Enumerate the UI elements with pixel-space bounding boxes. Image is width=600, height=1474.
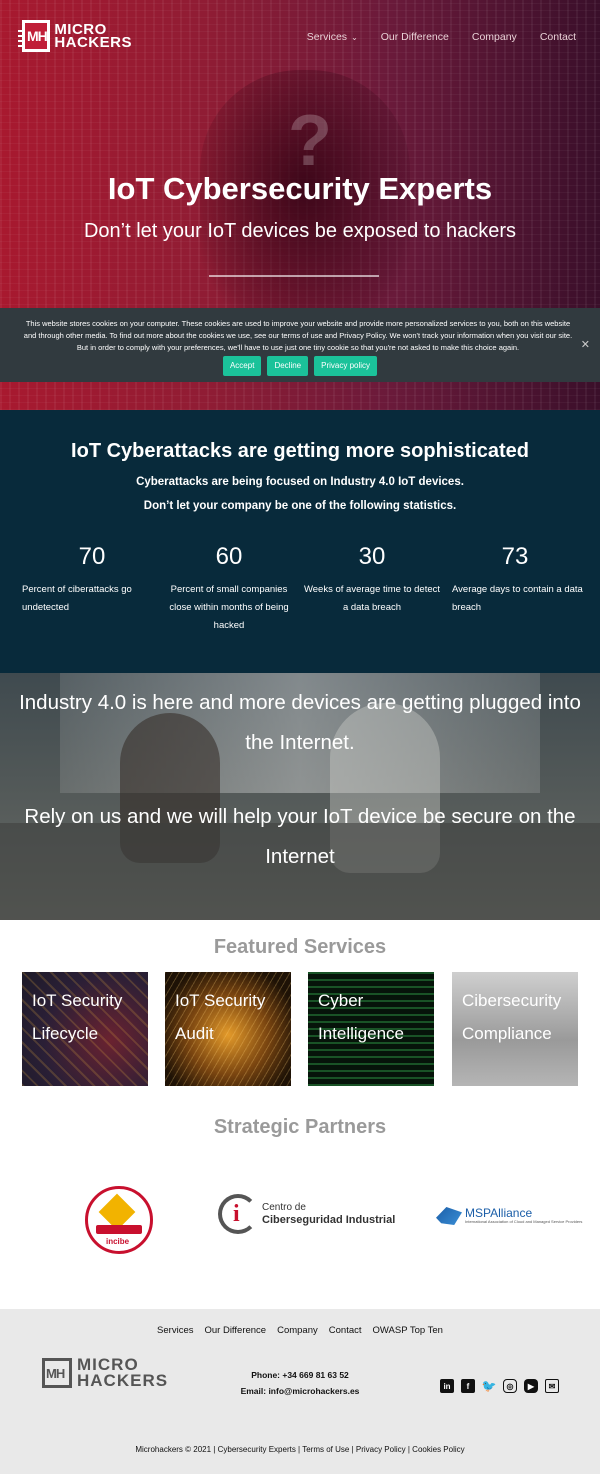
- msp-name: MSPAlliance: [465, 1206, 533, 1220]
- incibe-label: incibe: [106, 1237, 130, 1246]
- cookie-decline-button[interactable]: Decline: [267, 356, 309, 376]
- facebook-icon[interactable]: f: [461, 1379, 475, 1393]
- stat-description: Weeks of average time to detect a data b…: [303, 584, 441, 613]
- service-card-label: IoT Security Lifecycle: [32, 991, 123, 1043]
- hero-title: IoT Cybersecurity Experts: [107, 171, 493, 206]
- footer-link-our-difference[interactable]: Our Difference: [204, 1325, 266, 1336]
- stat-number: 60: [215, 543, 243, 570]
- stat-description: Percent of ciberattacks go undetected: [22, 584, 132, 613]
- footer-link-contact[interactable]: Contact: [329, 1325, 362, 1336]
- service-card-label: Cibersecurity Compliance: [462, 991, 562, 1043]
- email-icon[interactable]: ✉: [545, 1379, 559, 1393]
- featured-services-title: Featured Services: [213, 936, 387, 958]
- stat-item: 73 Average days to contain a data breach: [445, 543, 585, 617]
- stat-number: 70: [78, 543, 106, 570]
- stat-item: 60 Percent of small companies close with…: [159, 543, 299, 635]
- cookie-text: This website stores cookies on your comp…: [23, 319, 573, 352]
- cookie-accept-button[interactable]: Accept: [222, 356, 262, 376]
- incibe-seal-logo[interactable]: incibe: [85, 1186, 153, 1254]
- close-icon[interactable]: ✕: [581, 339, 590, 351]
- logo-text-line2: HACKERS: [54, 34, 132, 51]
- nav-our-difference[interactable]: Our Difference: [381, 31, 449, 43]
- social-links: in f 🐦 ◎ ▶ ✉: [440, 1379, 559, 1393]
- msp-globe-icon: [436, 1207, 462, 1225]
- industry-text-2: Rely on us and we will help your IoT dev…: [24, 805, 576, 868]
- stats-title: IoT Cyberattacks are getting more sophis…: [71, 440, 529, 462]
- twitter-icon[interactable]: 🐦: [482, 1379, 497, 1393]
- cookie-privacy-button[interactable]: Privacy policy: [314, 356, 378, 376]
- cci-text-line2: Ciberseguridad Industrial: [262, 1213, 396, 1226]
- footer-link-company[interactable]: Company: [277, 1325, 318, 1336]
- stat-number: 73: [501, 543, 529, 570]
- msp-tagline: International Association of Cloud and M…: [465, 1219, 583, 1224]
- footer-link-owasp[interactable]: OWASP Top Ten: [373, 1325, 443, 1336]
- service-card-iot-security-lifecycle[interactable]: IoT Security Lifecycle: [22, 972, 148, 1086]
- site-footer: Services Our Difference Company Contact …: [0, 1309, 600, 1474]
- nav-contact[interactable]: Contact: [540, 31, 576, 43]
- cci-text-line1: Centro de: [262, 1201, 306, 1213]
- nav-services[interactable]: Services ⌄: [307, 31, 358, 43]
- service-card-label: Cyber Intelligence: [318, 991, 405, 1043]
- stats-subtitle-1: Cyberattacks are being focused on Indust…: [136, 476, 464, 488]
- stats-subtitle-2: Don’t let your company be one of the fol…: [143, 500, 457, 512]
- chevron-down-icon: ⌄: [351, 33, 358, 42]
- footer-nav: Services Our Difference Company Contact …: [0, 1325, 600, 1336]
- site-logo[interactable]: MICRO HACKERS: [17, 18, 132, 54]
- service-card-iot-security-audit[interactable]: IoT Security Audit: [165, 972, 291, 1086]
- youtube-icon[interactable]: ▶: [524, 1379, 538, 1393]
- linkedin-icon[interactable]: in: [440, 1379, 454, 1393]
- cci-logo[interactable]: Centro de Ciberseguridad Industrial: [218, 1194, 395, 1234]
- stat-item: 70 Percent of ciberattacks go undetected: [22, 543, 162, 617]
- stat-description: Percent of small companies close within …: [169, 584, 289, 631]
- service-card-cibersecurity-compliance[interactable]: Cibersecurity Compliance: [452, 972, 578, 1086]
- stat-item: 30 Weeks of average time to detect a dat…: [302, 543, 442, 617]
- question-mark-graphic: ?: [288, 101, 332, 181]
- instagram-icon[interactable]: ◎: [503, 1379, 517, 1393]
- chip-logo-icon: [17, 20, 51, 52]
- hero-subtitle: Don’t let your IoT devices be exposed to…: [83, 220, 517, 242]
- hero-divider: [209, 275, 379, 277]
- nav-company[interactable]: Company: [472, 31, 517, 43]
- main-nav: Services ⌄ Our Difference Company Contact: [307, 31, 576, 43]
- cookie-banner: This website stores cookies on your comp…: [0, 308, 600, 382]
- stats-section: IoT Cyberattacks are getting more sophis…: [0, 410, 600, 673]
- footer-link-services[interactable]: Services: [157, 1325, 193, 1336]
- stat-number: 30: [358, 543, 386, 570]
- strategic-partners-title: Strategic Partners: [213, 1116, 387, 1138]
- industry-text-1: Industry 4.0 is here and more devices ar…: [19, 691, 581, 754]
- cci-ring-icon: [218, 1194, 258, 1234]
- stat-description: Average days to contain a data breach: [452, 584, 583, 613]
- footer-copyright: Microhackers © 2021 | Cybersecurity Expe…: [135, 1445, 465, 1454]
- service-card-cyber-intelligence[interactable]: Cyber Intelligence: [308, 972, 434, 1086]
- service-card-label: IoT Security Audit: [175, 991, 266, 1043]
- mspalliance-logo[interactable]: MSPAlliance International Association of…: [436, 1207, 582, 1225]
- industry-banner: Industry 4.0 is here and more devices ar…: [0, 673, 600, 920]
